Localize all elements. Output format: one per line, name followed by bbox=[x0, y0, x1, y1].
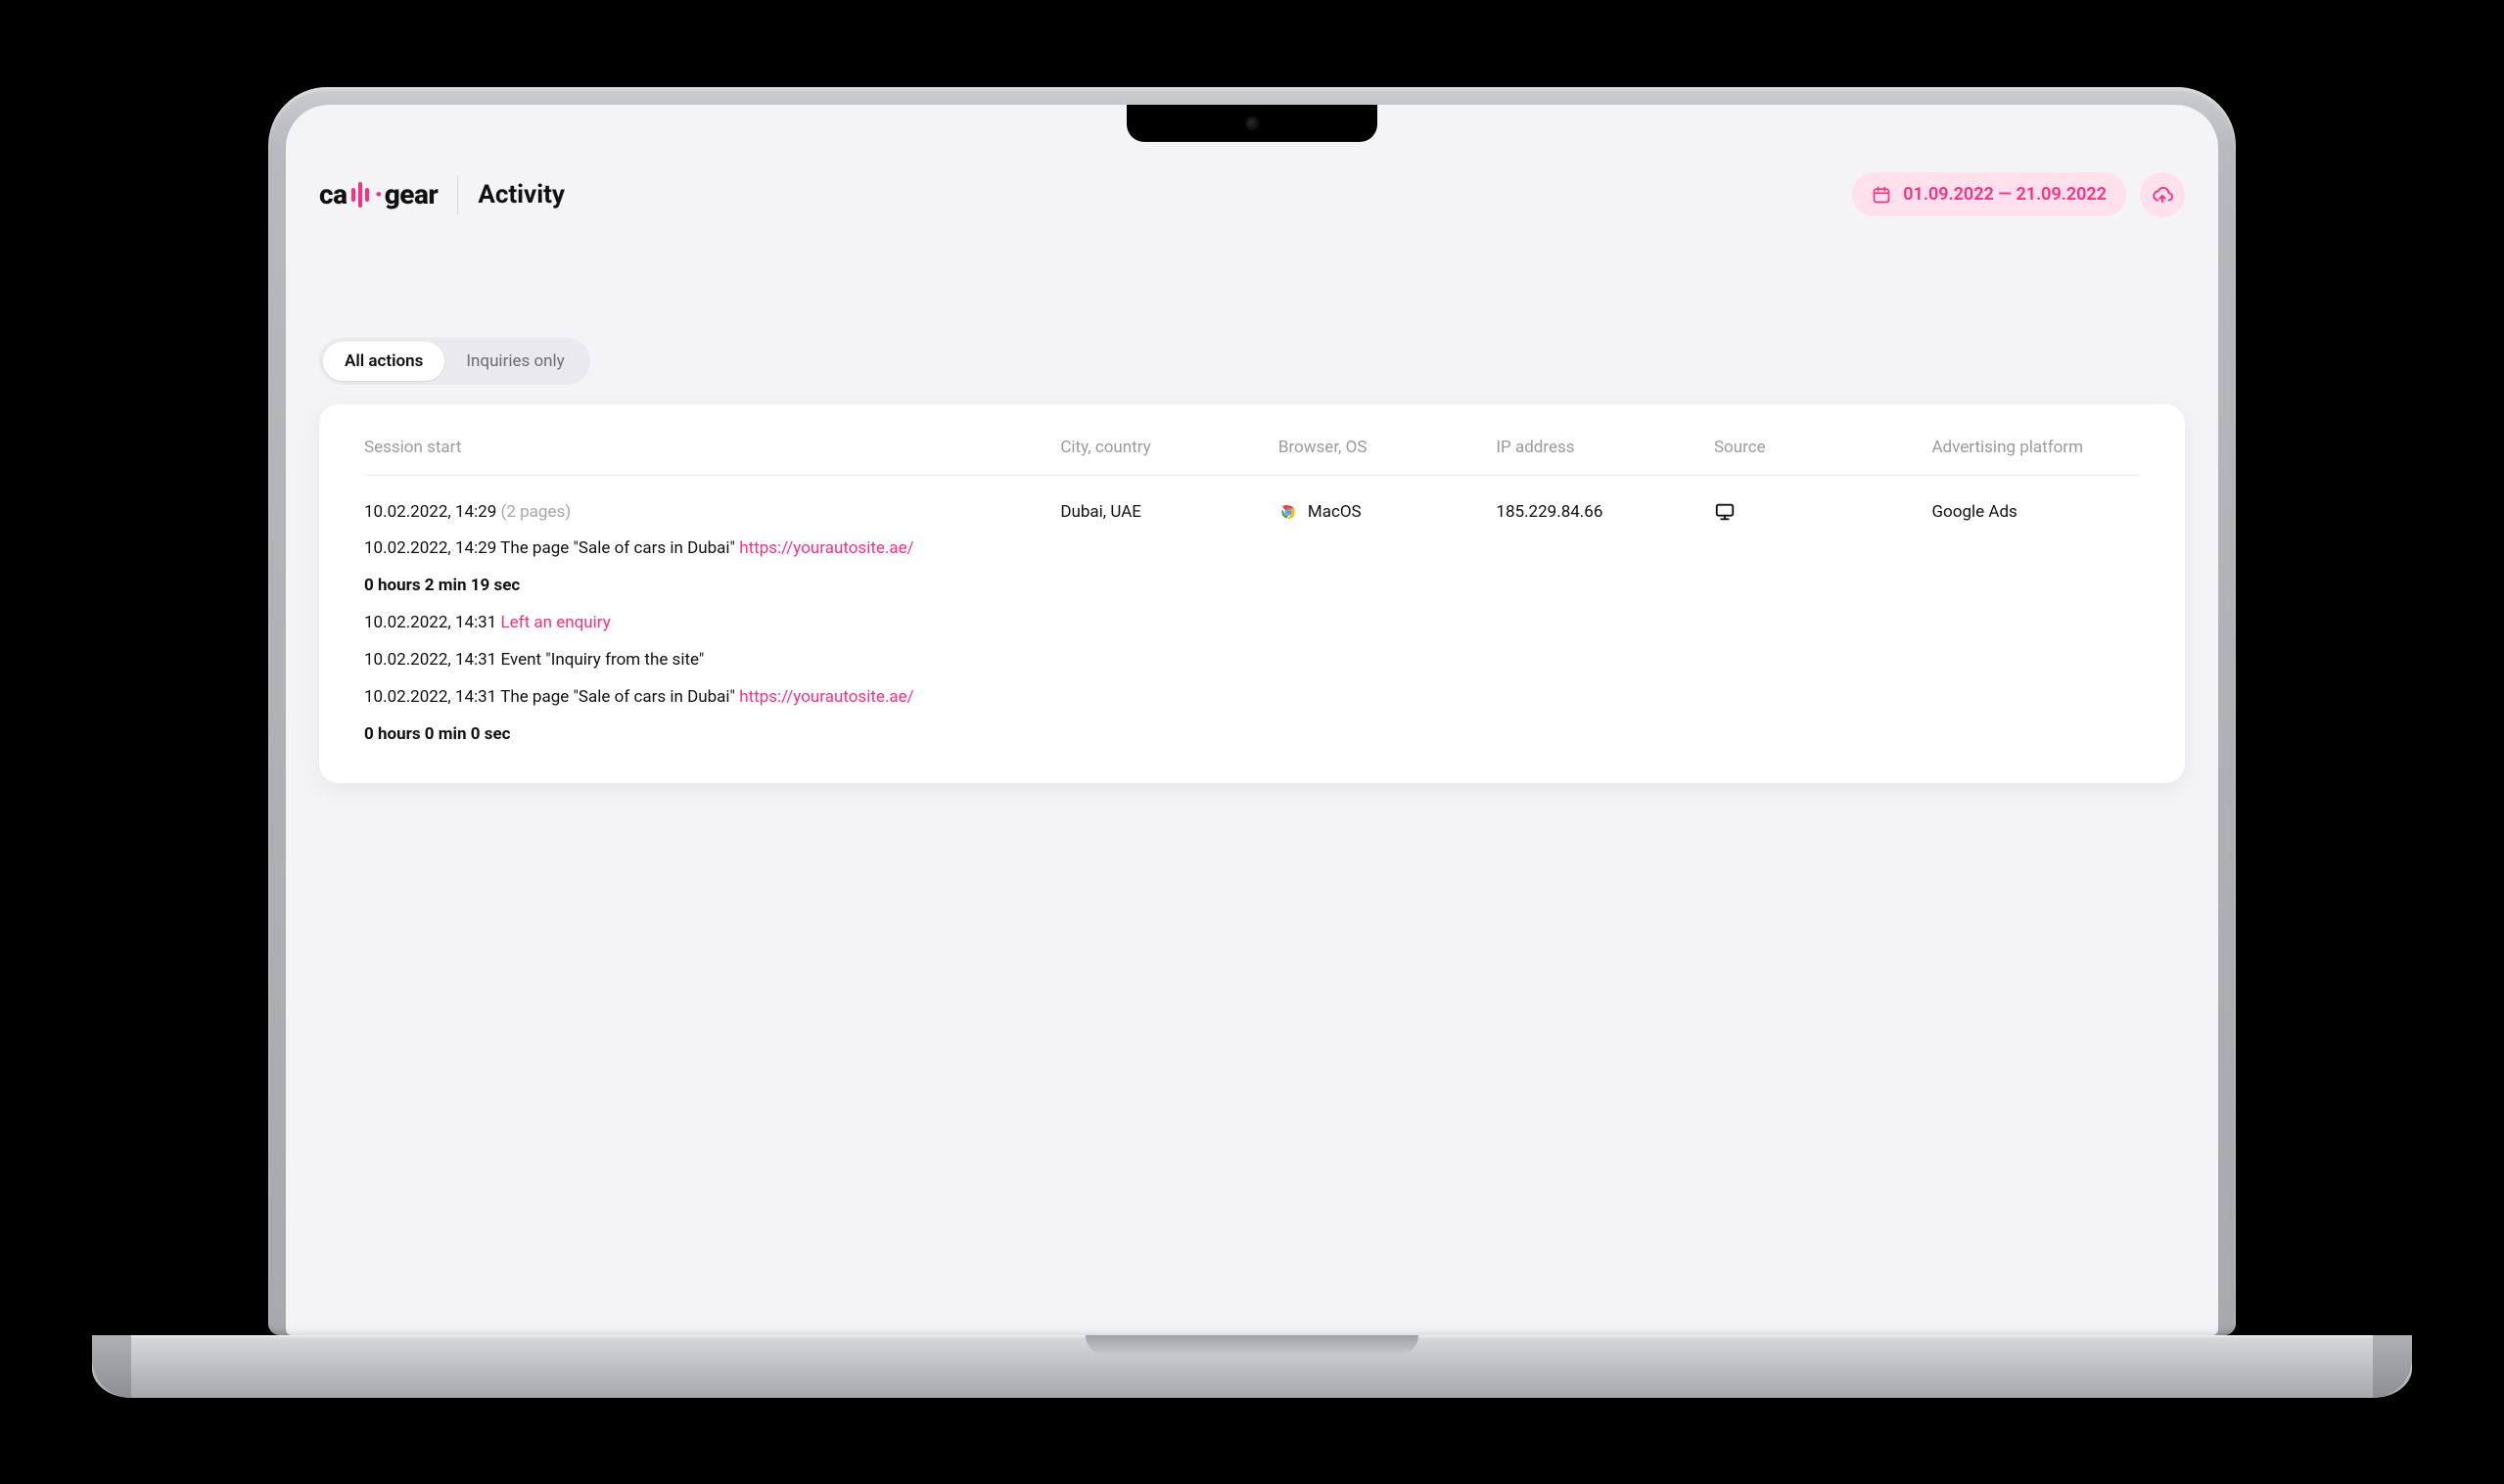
activity-card: Session start City, country Browser, OS … bbox=[319, 404, 2185, 783]
upload-cloud-icon bbox=[2152, 184, 2173, 206]
desktop-icon bbox=[1714, 501, 1736, 523]
col-browser-os: Browser, OS bbox=[1278, 438, 1487, 457]
os-label: MacOS bbox=[1308, 502, 1362, 522]
col-ad-platform: Advertising platform bbox=[1931, 438, 2140, 457]
laptop-body: ca · gear Activity bbox=[268, 87, 2236, 1335]
col-source: Source bbox=[1714, 438, 1923, 457]
date-range-picker[interactable]: 01.09.2022 — 21.09.2022 bbox=[1852, 172, 2126, 216]
vertical-divider bbox=[457, 175, 458, 214]
cell-browser-os: MacOS bbox=[1278, 502, 1487, 522]
session-time: 10.02.2022, 14:29 bbox=[364, 502, 496, 522]
tabs: All actions Inquiries only bbox=[319, 338, 590, 385]
brand-logo[interactable]: ca · gear bbox=[319, 178, 438, 210]
base-edge-right bbox=[2373, 1335, 2412, 1398]
col-city-country: City, country bbox=[1060, 438, 1269, 457]
chrome-icon bbox=[1278, 502, 1298, 522]
screen: ca · gear Activity bbox=[286, 105, 2218, 1335]
activity-line-page-1: 10.02.2022, 14:29 The page "Sale of cars… bbox=[364, 538, 2140, 558]
calendar-icon bbox=[1872, 185, 1891, 205]
cell-ad-platform: Google Ads bbox=[1931, 502, 2140, 522]
tabs-row: All actions Inquiries only bbox=[319, 338, 2185, 385]
activity-line-event: 10.02.2022, 14:31 Event "Inquiry from th… bbox=[364, 650, 2140, 670]
page-title: Activity bbox=[478, 180, 565, 209]
col-session-start: Session start bbox=[364, 438, 1050, 457]
logo-bars-icon bbox=[351, 182, 369, 208]
activity-link[interactable]: https://yourautosite.ae/ bbox=[739, 538, 913, 558]
app-root: ca · gear Activity bbox=[286, 105, 2218, 1335]
cell-source bbox=[1714, 501, 1923, 523]
laptop-mockup: ca · gear Activity bbox=[92, 87, 2412, 1398]
activity-duration-2: 0 hours 0 min 0 sec bbox=[364, 724, 2140, 744]
date-range-label: 01.09.2022 — 21.09.2022 bbox=[1903, 184, 2107, 205]
col-ip-address: IP address bbox=[1496, 438, 1704, 457]
cell-city: Dubai, UAE bbox=[1060, 502, 1269, 522]
activity-line-page-2: 10.02.2022, 14:31 The page "Sale of cars… bbox=[364, 687, 2140, 707]
cell-session-start: 10.02.2022, 14:29 (2 pages) bbox=[364, 502, 1050, 522]
export-button[interactable] bbox=[2140, 172, 2185, 217]
logo-text-2: gear bbox=[385, 178, 439, 210]
table-header: Session start City, country Browser, OS … bbox=[364, 438, 2140, 476]
base-edge-left bbox=[92, 1335, 131, 1398]
activity-line-enquiry: 10.02.2022, 14:31 Left an enquiry bbox=[364, 613, 2140, 632]
top-actions: 01.09.2022 — 21.09.2022 bbox=[1852, 172, 2185, 217]
table-row[interactable]: 10.02.2022, 14:29 (2 pages) Dubai, UAE bbox=[364, 476, 2140, 533]
activity-duration-1: 0 hours 2 min 19 sec bbox=[364, 576, 2140, 595]
laptop-base bbox=[92, 1335, 2412, 1398]
logo-dot-icon: · bbox=[375, 178, 383, 210]
tab-all-actions[interactable]: All actions bbox=[323, 342, 444, 381]
topbar: ca · gear Activity bbox=[319, 160, 2185, 230]
activity-list: 10.02.2022, 14:29 The page "Sale of cars… bbox=[364, 533, 2140, 744]
cell-ip: 185.229.84.66 bbox=[1496, 502, 1704, 522]
tab-inquiries-only[interactable]: Inquiries only bbox=[444, 342, 585, 381]
logo-text-1: ca bbox=[319, 178, 348, 210]
screen-notch bbox=[1127, 105, 1377, 142]
base-lip bbox=[1086, 1335, 1418, 1355]
activity-link[interactable]: https://yourautosite.ae/ bbox=[739, 687, 913, 707]
camera-icon bbox=[1247, 118, 1257, 128]
activity-enquiry-label[interactable]: Left an enquiry bbox=[496, 613, 610, 632]
brand-area: ca · gear Activity bbox=[319, 175, 565, 214]
session-pages-note: (2 pages) bbox=[501, 502, 572, 522]
